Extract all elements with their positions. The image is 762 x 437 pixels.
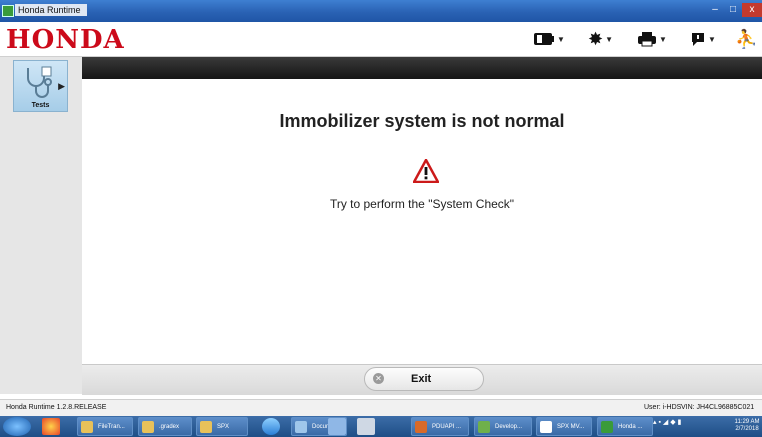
tests-label: Tests: [31, 102, 50, 109]
chevron-right-icon: ▶: [58, 81, 65, 91]
printer-icon: [637, 26, 657, 52]
taskbar-item[interactable]: Develop...: [474, 417, 532, 436]
internet-explorer-icon[interactable]: [262, 418, 280, 435]
message-body: Try to perform the "System Check": [329, 197, 515, 211]
taskbar-item-label: .gradex: [159, 424, 180, 430]
taskbar-item-label: Honda ...: [618, 424, 643, 430]
taskbar-item[interactable]: PDUAPI ...: [411, 417, 469, 436]
taskbar-item-icon: [142, 421, 154, 433]
app-icon: [2, 5, 14, 17]
battery-icon: [533, 26, 555, 52]
chevron-down-icon: ▼: [605, 34, 614, 44]
taskbar: FileTran... .gradex SPX Docume... PDUAPI ...…: [0, 416, 762, 437]
minimize-button[interactable]: –: [706, 3, 724, 17]
taskbar-item[interactable]: Honda ...: [597, 417, 653, 436]
user-text: User: i-HDS: [644, 404, 682, 411]
app-header: HONDA ▼ ✸ ▼ ▼ ▼ ⛹: [0, 22, 762, 57]
vin-text: VIN: JH4CL96885C021: [681, 404, 755, 411]
maximize-button[interactable]: □: [724, 3, 742, 17]
taskbar-item-icon: [295, 421, 307, 433]
start-button[interactable]: [3, 417, 31, 436]
honda-logo: HONDA: [6, 25, 125, 55]
window-title-bar: Honda Runtime – □ x: [0, 0, 762, 22]
taskbar-item-icon: [601, 421, 613, 433]
taskbar-item-icon: [81, 421, 93, 433]
content-header-bar: [82, 57, 762, 79]
taskbar-item-icon: [415, 421, 427, 433]
network-icon[interactable]: [328, 418, 346, 435]
chevron-down-icon: ▼: [557, 34, 565, 44]
chrome-icon[interactable]: [42, 418, 60, 435]
close-circle-icon: ✕: [373, 373, 384, 384]
chevron-down-icon: ▼: [708, 34, 716, 44]
taskbar-item[interactable]: SPX MV...: [536, 417, 592, 436]
taskbar-item-label: SPX MV...: [557, 424, 585, 430]
tests-tile-button[interactable]: ▶ Tests: [13, 60, 68, 112]
help-menu-button[interactable]: ▼: [690, 26, 716, 52]
clock-time: 11:29 AM: [734, 419, 760, 425]
taskbar-item[interactable]: SPX: [196, 417, 248, 436]
system-tray[interactable]: ▴ ▪ ◢ ◆ ▮: [653, 418, 681, 435]
taskbar-item-icon: [200, 421, 212, 433]
warning-triangle-icon: [413, 159, 439, 183]
close-button[interactable]: x: [742, 3, 762, 17]
left-panel: ▶ Tests: [0, 57, 83, 394]
gear-icon: ✸: [588, 28, 604, 49]
taskbar-item-label: Develop...: [495, 424, 523, 430]
taskbar-item-label: PDUAPI ...: [432, 424, 462, 430]
exit-button[interactable]: ✕ Exit: [364, 367, 484, 391]
print-menu-button[interactable]: ▼: [637, 26, 667, 52]
footer-bar: ✕ Exit: [82, 364, 762, 395]
taskbar-item-icon: [478, 421, 490, 433]
taskbar-item-label: FileTran...: [98, 424, 125, 430]
window-title: Honda Runtime: [15, 4, 87, 16]
exit-run-button[interactable]: ⛹: [735, 26, 757, 52]
version-text: Honda Runtime 1.2.8.RELEASE: [6, 404, 107, 411]
help-icon: [690, 26, 706, 52]
settings-menu-button[interactable]: ✸ ▼: [588, 26, 613, 52]
taskbar-item[interactable]: .gradex: [138, 417, 192, 436]
chevron-down-icon: ▼: [659, 34, 667, 44]
exit-run-icon: ⛹: [735, 28, 758, 49]
exit-button-label: Exit: [411, 373, 432, 385]
display-icon[interactable]: [357, 418, 375, 435]
taskbar-item-label: SPX: [217, 424, 230, 430]
status-bar: Honda Runtime 1.2.8.RELEASE User: i-HDS …: [0, 399, 762, 416]
clock[interactable]: 11:29 AM 2/7/2018: [733, 419, 761, 433]
message-title: Immobilizer system is not normal: [279, 111, 565, 131]
taskbar-item-icon: [540, 421, 552, 433]
taskbar-item[interactable]: FileTran...: [77, 417, 133, 436]
clock-date: 2/7/2018: [735, 426, 759, 432]
stethoscope-icon: [27, 66, 52, 98]
battery-menu-button[interactable]: ▼: [533, 26, 565, 52]
main-content: Immobilizer system is not normal Try to …: [82, 79, 762, 364]
